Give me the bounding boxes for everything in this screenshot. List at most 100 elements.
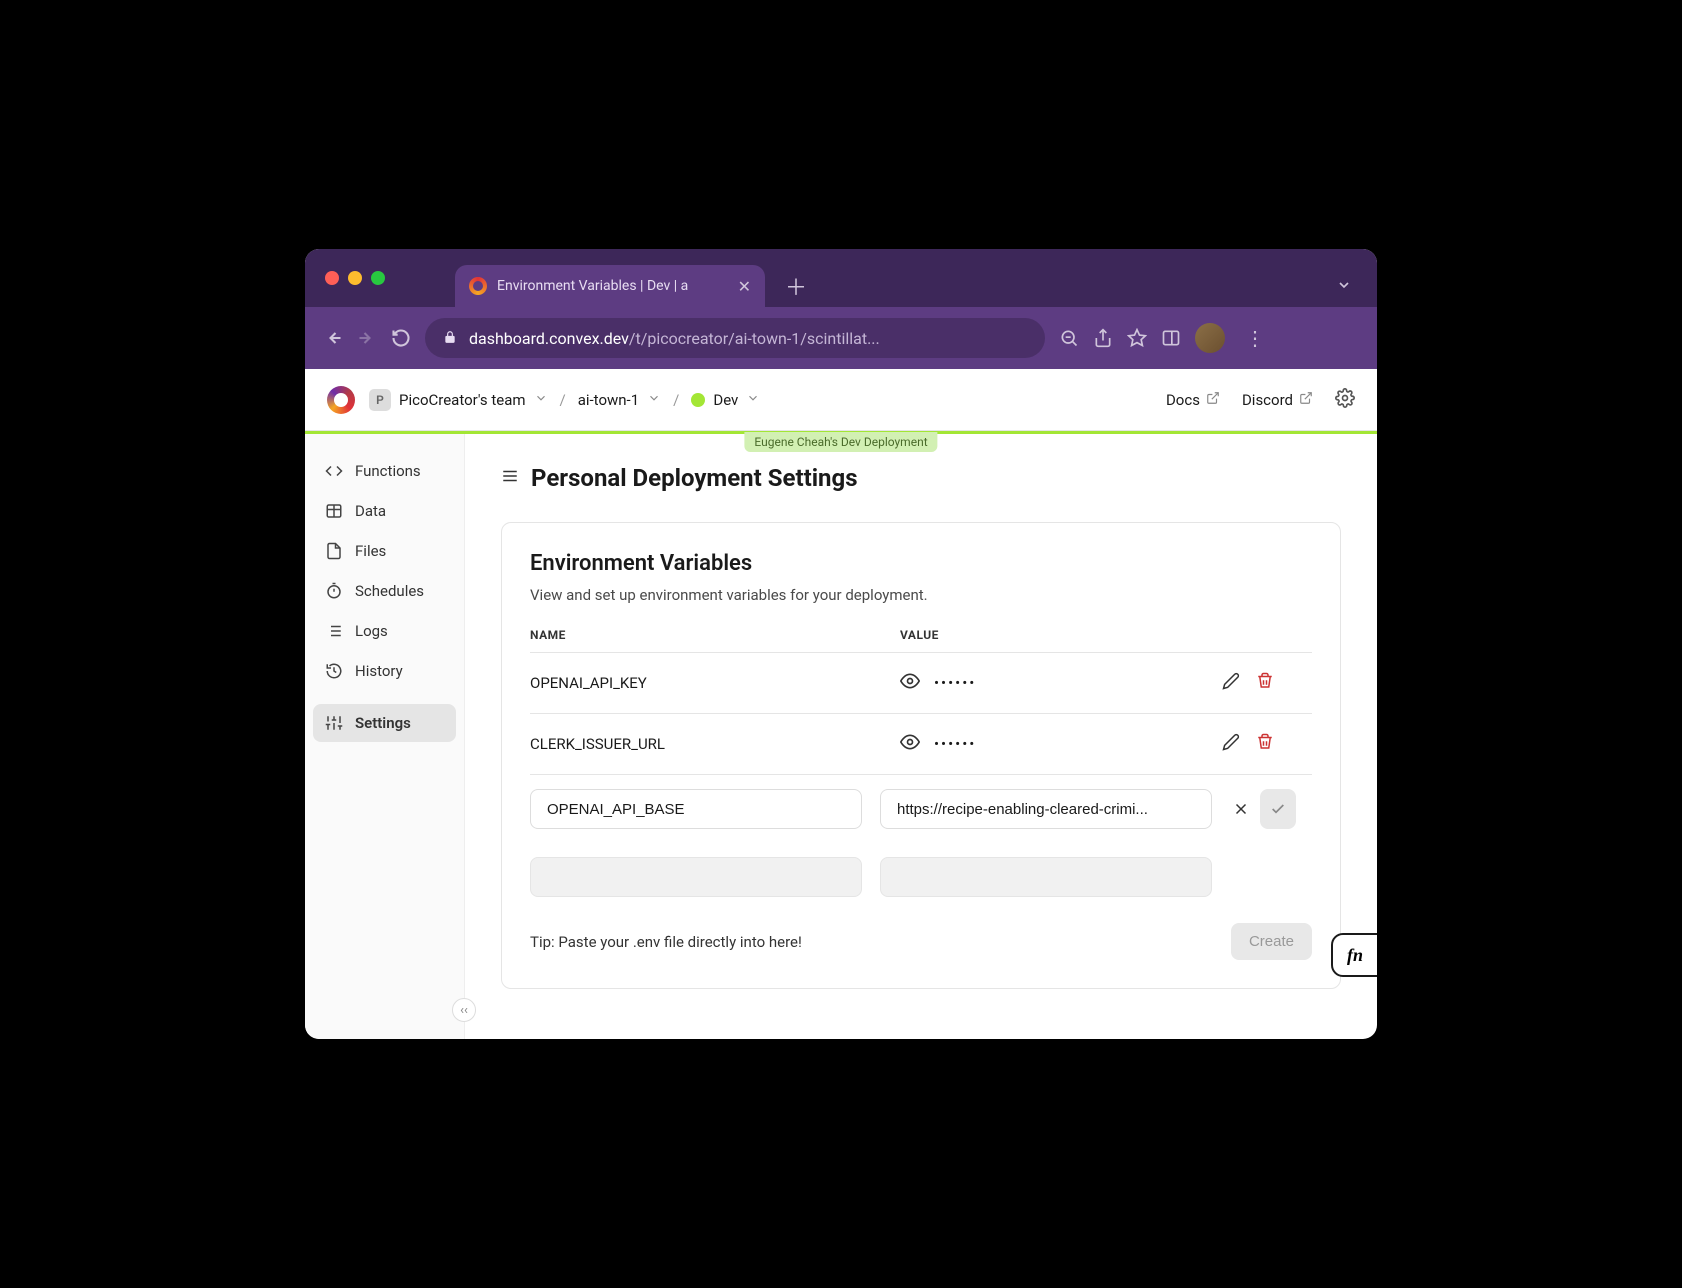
forward-button[interactable] (357, 328, 377, 348)
env-var-value: •••••• (934, 674, 976, 692)
main-content: Personal Deployment Settings Environment… (465, 434, 1377, 1039)
url-text: dashboard.convex.dev/t/picocreator/ai-to… (469, 329, 1027, 348)
env-name-input-empty[interactable] (530, 857, 862, 897)
tip-text: Tip: Paste your .env file directly into … (530, 933, 802, 951)
column-header-name: NAME (530, 628, 880, 642)
external-link-icon (1299, 391, 1313, 409)
sidebar-item-history[interactable]: History (313, 652, 456, 690)
hamburger-icon[interactable] (501, 467, 519, 489)
new-tab-button[interactable]: ＋ (785, 270, 807, 302)
nav-bar: dashboard.convex.dev/t/picocreator/ai-to… (305, 307, 1377, 369)
app-header: P PicoCreator's team / ai-town-1 / Dev (305, 369, 1377, 431)
sidebar-item-label: Data (355, 502, 386, 520)
tip-row: Tip: Paste your .env file directly into … (530, 923, 1312, 960)
breadcrumb-separator: / (560, 391, 566, 409)
sidebar-item-files[interactable]: Files (313, 532, 456, 570)
table-header: NAME VALUE (530, 628, 1312, 653)
card-description: View and set up environment variables fo… (530, 586, 1312, 604)
fn-badge[interactable]: fn (1331, 933, 1377, 977)
project-name: ai-town-1 (578, 391, 639, 409)
trash-icon[interactable] (1256, 672, 1274, 694)
confirm-button[interactable] (1260, 789, 1296, 829)
column-header-value: VALUE (880, 628, 1222, 642)
env-value-input[interactable] (880, 789, 1212, 829)
gear-icon[interactable] (1335, 388, 1355, 412)
sidebar-item-label: History (355, 662, 403, 680)
list-icon (325, 622, 343, 640)
page-title-row: Personal Deployment Settings (501, 464, 1341, 492)
panel-icon[interactable] (1161, 328, 1181, 348)
sidebar: Functions Data Files Schedules (305, 434, 465, 1039)
history-icon (325, 662, 343, 680)
table-icon (325, 502, 343, 520)
team-selector[interactable]: P PicoCreator's team (369, 389, 548, 411)
deployment-badge: Eugene Cheah's Dev Deployment (744, 432, 937, 452)
app-logo[interactable] (327, 386, 355, 414)
tab-favicon (469, 277, 487, 295)
chevron-down-icon (647, 391, 661, 409)
share-icon[interactable] (1093, 328, 1113, 348)
stopwatch-icon (325, 582, 343, 600)
docs-link[interactable]: Docs (1166, 391, 1220, 409)
sidebar-item-settings[interactable]: Settings (313, 704, 456, 742)
env-label: Dev (713, 391, 738, 409)
breadcrumb-separator: / (673, 391, 679, 409)
breadcrumb: P PicoCreator's team / ai-town-1 / Dev (369, 389, 760, 411)
env-value-input-empty[interactable] (880, 857, 1212, 897)
chevron-down-icon (746, 391, 760, 409)
sidebar-item-label: Functions (355, 462, 421, 480)
project-selector[interactable]: ai-town-1 (578, 391, 661, 409)
eye-icon[interactable] (900, 671, 920, 695)
browser-menu-icon[interactable]: ⋮ (1245, 326, 1265, 350)
maximize-window-button[interactable] (371, 271, 385, 285)
address-bar[interactable]: dashboard.convex.dev/t/picocreator/ai-to… (425, 318, 1045, 358)
app-body: Functions Data Files Schedules (305, 434, 1377, 1039)
env-var-value: •••••• (934, 735, 976, 753)
tabs-dropdown-icon[interactable] (1336, 277, 1352, 297)
external-link-icon (1206, 391, 1220, 409)
sliders-icon (325, 714, 343, 732)
cancel-icon[interactable] (1230, 798, 1252, 820)
create-button[interactable]: Create (1231, 923, 1312, 960)
discord-link[interactable]: Discord (1242, 391, 1313, 409)
header-right: Docs Discord (1166, 388, 1355, 412)
close-window-button[interactable] (325, 271, 339, 285)
env-name-input[interactable] (530, 789, 862, 829)
chevron-down-icon (534, 391, 548, 409)
sidebar-item-label: Settings (355, 714, 411, 732)
new-env-row (530, 775, 1312, 843)
card-title: Environment Variables (530, 551, 1312, 576)
eye-icon[interactable] (900, 732, 920, 756)
env-selector[interactable]: Dev (691, 391, 760, 409)
sidebar-item-data[interactable]: Data (313, 492, 456, 530)
minimize-window-button[interactable] (348, 271, 362, 285)
sidebar-item-label: Logs (355, 622, 388, 640)
table-row: CLERK_ISSUER_URL •••••• (530, 714, 1312, 775)
back-button[interactable] (323, 328, 343, 348)
edit-icon[interactable] (1222, 733, 1240, 755)
reload-button[interactable] (391, 328, 411, 348)
tab-close-icon[interactable]: ✕ (738, 277, 751, 296)
file-icon (325, 542, 343, 560)
browser-window: Environment Variables | Dev | a ✕ ＋ (305, 249, 1377, 1039)
browser-tab[interactable]: Environment Variables | Dev | a ✕ (455, 265, 765, 307)
empty-env-row (530, 843, 1312, 911)
sidebar-item-label: Files (355, 542, 386, 560)
env-var-name: CLERK_ISSUER_URL (530, 735, 880, 753)
code-icon (325, 462, 343, 480)
profile-avatar[interactable] (1195, 323, 1225, 353)
trash-icon[interactable] (1256, 733, 1274, 755)
sidebar-item-label: Schedules (355, 582, 424, 600)
env-var-name: OPENAI_API_KEY (530, 674, 880, 692)
edit-icon[interactable] (1222, 672, 1240, 694)
sidebar-item-functions[interactable]: Functions (313, 452, 456, 490)
env-vars-card: Environment Variables View and set up en… (501, 522, 1341, 989)
team-badge: P (369, 389, 391, 411)
zoom-icon[interactable] (1059, 328, 1079, 348)
sidebar-item-logs[interactable]: Logs (313, 612, 456, 650)
lock-icon (443, 329, 457, 348)
window-controls (325, 271, 385, 285)
bookmark-icon[interactable] (1127, 328, 1147, 348)
sidebar-item-schedules[interactable]: Schedules (313, 572, 456, 610)
env-status-dot (691, 393, 705, 407)
